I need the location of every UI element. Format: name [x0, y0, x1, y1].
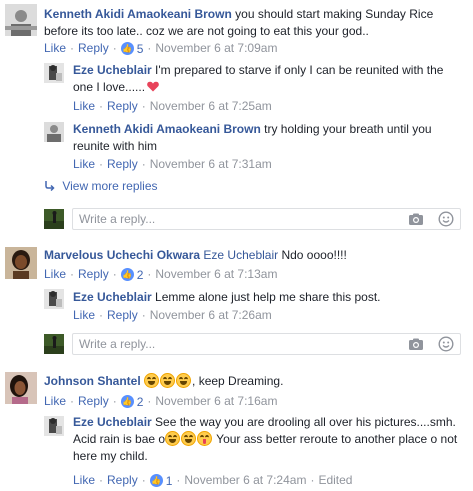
- laughing-emoji-icon: [144, 373, 160, 388]
- reply-button[interactable]: Reply: [78, 394, 109, 408]
- comment-text: , keep Dreaming.: [192, 374, 284, 388]
- reply-author[interactable]: Eze Ucheblair: [73, 63, 152, 77]
- comment-author[interactable]: Kenneth Akidi Amaokeani Brown: [44, 7, 232, 21]
- like-thumb-icon: 👍: [120, 42, 134, 56]
- comment-meta: Like · Reply · 👍 2 · November 6 at 7:13am: [44, 267, 278, 282]
- reply-input[interactable]: Write a reply...: [72, 333, 461, 355]
- like-count[interactable]: 👍 1: [149, 474, 172, 488]
- timestamp[interactable]: November 6 at 7:16am: [155, 394, 277, 408]
- tagged-user[interactable]: Eze Ucheblair: [203, 248, 278, 262]
- avatar-johnson[interactable]: [5, 372, 37, 404]
- camera-icon[interactable]: [408, 211, 424, 227]
- comment-text: Ndo oooo!!!!: [278, 248, 347, 262]
- reply-body: Eze Ucheblair See the way you are drooli…: [73, 414, 458, 465]
- view-more-replies[interactable]: View more replies: [45, 178, 158, 194]
- tongue-emoji-icon: [197, 431, 213, 446]
- edited-label[interactable]: Edited: [318, 473, 352, 487]
- like-button[interactable]: Like: [44, 394, 66, 408]
- reply-text: Lemme alone just help me share this post…: [151, 290, 381, 304]
- reply-meta: Like · Reply · November 6 at 7:31am: [73, 157, 272, 171]
- reply-button[interactable]: Reply: [78, 41, 109, 55]
- reply-meta: Like · Reply · 👍 1 · November 6 at 7:24am · Edite…: [73, 473, 353, 488]
- reply-author[interactable]: Eze Ucheblair: [73, 290, 152, 304]
- laughing-emoji-icon: [165, 431, 181, 446]
- comment-author[interactable]: Johnson Shantel: [44, 374, 141, 388]
- reply-body: Kenneth Akidi Amaokeani Brown try holdin…: [73, 121, 458, 155]
- timestamp[interactable]: November 6 at 7:24am: [184, 473, 306, 487]
- timestamp[interactable]: November 6 at 7:26am: [150, 308, 272, 322]
- timestamp[interactable]: November 6 at 7:09am: [155, 41, 277, 55]
- laughing-emoji-icon: [176, 373, 192, 388]
- grinning-emoji-icon: [181, 431, 197, 446]
- like-thumb-icon: 👍: [120, 395, 134, 409]
- laughing-emoji-icon: [160, 373, 176, 388]
- smiley-icon[interactable]: [438, 336, 454, 352]
- comment-body: Kenneth Akidi Amaokeani Brown you should…: [44, 6, 454, 40]
- smiley-icon[interactable]: [438, 211, 454, 227]
- like-button[interactable]: Like: [44, 267, 66, 281]
- comment-body: Marvelous Uchechi Okwara Eze Ucheblair N…: [44, 247, 454, 264]
- reply-body: Eze Ucheblair I'm prepared to starve if …: [73, 62, 458, 96]
- like-button[interactable]: Like: [73, 473, 95, 487]
- avatar-kenneth[interactable]: [44, 122, 64, 142]
- reply-button[interactable]: Reply: [107, 99, 138, 113]
- like-thumb-icon: 👍: [120, 268, 134, 282]
- like-count[interactable]: 👍 2: [120, 268, 143, 282]
- avatar-eze[interactable]: [44, 289, 64, 309]
- reply-button[interactable]: Reply: [107, 308, 138, 322]
- avatar-eze[interactable]: [44, 63, 64, 83]
- timestamp[interactable]: November 6 at 7:13am: [155, 267, 277, 281]
- comment-meta: Like · Reply · 👍 2 · November 6 at 7:16am: [44, 394, 278, 409]
- reply-button[interactable]: Reply: [107, 473, 138, 487]
- like-button[interactable]: Like: [73, 99, 95, 113]
- reply-input[interactable]: Write a reply...: [72, 208, 461, 230]
- like-button[interactable]: Like: [73, 308, 95, 322]
- current-user-avatar: [44, 209, 64, 229]
- camera-icon[interactable]: [408, 336, 424, 352]
- timestamp[interactable]: November 6 at 7:31am: [150, 157, 272, 171]
- avatar-eze[interactable]: [44, 416, 64, 436]
- like-count[interactable]: 👍 2: [120, 395, 143, 409]
- heart-icon: [147, 81, 159, 92]
- like-button[interactable]: Like: [44, 41, 66, 55]
- avatar-marvelous[interactable]: [5, 247, 37, 279]
- reply-author[interactable]: Eze Ucheblair: [73, 415, 152, 429]
- comment-meta: Like · Reply · 👍 5 · November 6 at 7:09am: [44, 41, 278, 56]
- avatar-kenneth[interactable]: [5, 4, 37, 36]
- current-user-avatar: [44, 334, 64, 354]
- like-button[interactable]: Like: [73, 157, 95, 171]
- reply-meta: Like · Reply · November 6 at 7:25am: [73, 99, 272, 113]
- comment-body: Johnson Shantel , keep Dreaming.: [44, 373, 454, 390]
- reply-author[interactable]: Kenneth Akidi Amaokeani Brown: [73, 122, 261, 136]
- reply-meta: Like · Reply · November 6 at 7:26am: [73, 308, 272, 322]
- reply-arrow-icon: [45, 178, 59, 194]
- like-count[interactable]: 👍 5: [120, 42, 143, 56]
- reply-button[interactable]: Reply: [107, 157, 138, 171]
- timestamp[interactable]: November 6 at 7:25am: [150, 99, 272, 113]
- reply-body: Eze Ucheblair Lemme alone just help me s…: [73, 289, 458, 306]
- reply-button[interactable]: Reply: [78, 267, 109, 281]
- like-thumb-icon: 👍: [149, 474, 163, 488]
- comment-author[interactable]: Marvelous Uchechi Okwara: [44, 248, 200, 262]
